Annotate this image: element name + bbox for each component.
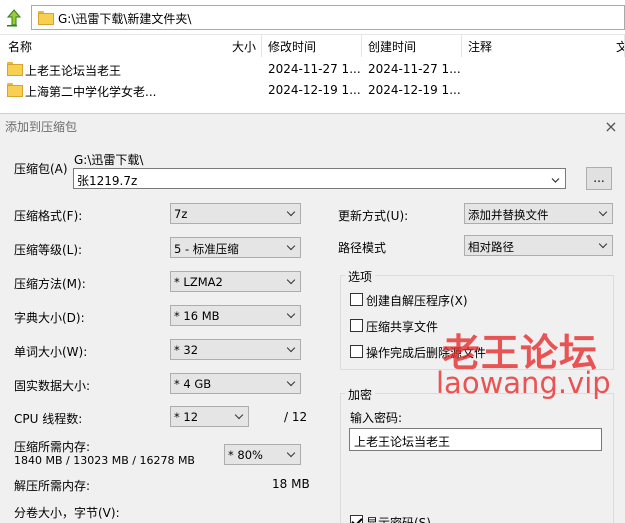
col-created[interactable]: 创建时间	[368, 38, 416, 55]
mem-comp-label: 压缩所需内存:	[14, 440, 91, 454]
method-select[interactable]: * LZMA2	[170, 271, 301, 292]
word-select[interactable]: * 32	[170, 339, 301, 360]
update-label: 更新方式(U):	[338, 209, 409, 223]
chevron-down-icon	[235, 412, 244, 421]
word-value: * 32	[174, 343, 199, 357]
chevron-down-icon	[551, 174, 560, 183]
chevron-down-icon	[287, 277, 296, 286]
show-password-label: 显示密码(S)	[366, 516, 431, 523]
delete-source-checkbox[interactable]	[350, 345, 363, 358]
cpu-select[interactable]: * 12	[170, 406, 249, 427]
chevron-down-icon	[599, 209, 608, 218]
close-icon: ×	[604, 116, 618, 136]
format-label: 压缩格式(F):	[14, 209, 83, 223]
encryption-title: 加密	[345, 386, 376, 403]
mem-decomp-label: 解压所需内存:	[14, 479, 91, 493]
chevron-down-icon	[287, 450, 296, 459]
col-size[interactable]: 大小	[232, 38, 256, 55]
close-button[interactable]: ×	[600, 115, 622, 137]
level-label: 压缩等级(L):	[14, 243, 83, 257]
word-label: 单词大小(W):	[14, 345, 88, 359]
cpu-label: CPU 线程数:	[14, 412, 83, 426]
file-modified: 2024-12-19 1...	[268, 83, 361, 97]
dict-value: * 16 MB	[174, 309, 220, 323]
level-value: 5 - 标准压缩	[174, 242, 239, 256]
solid-select[interactable]: * 4 GB	[170, 373, 301, 394]
archive-dir: G:\迅雷下载\	[74, 153, 144, 167]
method-value: * LZMA2	[174, 275, 223, 289]
update-value: 添加并替换文件	[468, 208, 549, 222]
path-mode-value: 相对路径	[468, 240, 514, 254]
path-mode-label: 路径模式	[338, 241, 387, 255]
password-value: 上老王论坛当老王	[354, 435, 451, 449]
show-password-checkbox[interactable]	[350, 515, 363, 523]
format-select[interactable]: 7z	[170, 203, 301, 224]
password-label: 输入密码:	[350, 411, 403, 425]
dialog-title: 添加到压缩包	[5, 120, 78, 134]
format-value: 7z	[174, 207, 188, 221]
solid-label: 固实数据大小:	[14, 379, 91, 393]
file-row[interactable]: 上老王论坛当老王 2024-11-27 1... 2024-11-27 1...	[0, 58, 625, 80]
up-folder-button[interactable]	[4, 7, 24, 29]
archive-name-combo[interactable]: 张1219.7z	[73, 168, 566, 189]
file-modified: 2024-11-27 1...	[268, 62, 361, 76]
add-to-archive-dialog: 添加到压缩包 × 压缩包(A) G:\迅雷下载\ 张1219.7z ... 压缩…	[0, 113, 625, 523]
shared-files-checkbox[interactable]	[350, 319, 363, 332]
up-arrow-icon	[6, 9, 22, 27]
folder-icon	[38, 11, 54, 25]
archive-label: 压缩包(A)	[14, 162, 68, 176]
mem-usage-value: * 80%	[228, 448, 263, 462]
folder-icon	[7, 62, 23, 76]
update-select[interactable]: 添加并替换文件	[464, 203, 613, 224]
file-list-header: 名称 大小 修改时间 创建时间 注释 文	[0, 35, 625, 57]
file-name: 上老王论坛当老王	[25, 64, 122, 78]
cpu-value: * 12	[174, 410, 199, 424]
chevron-down-icon	[287, 345, 296, 354]
dict-select[interactable]: * 16 MB	[170, 305, 301, 326]
chevron-down-icon	[287, 209, 296, 218]
mem-decomp-value: 18 MB	[272, 477, 310, 491]
sfx-label: 创建自解压程序(X)	[366, 294, 468, 308]
file-created: 2024-11-27 1...	[368, 62, 461, 76]
col-comment[interactable]: 注释	[468, 38, 492, 55]
mem-usage-select[interactable]: * 80%	[224, 444, 301, 465]
col-name[interactable]: 名称	[8, 38, 32, 55]
mem-comp-detail: 1840 MB / 13023 MB / 16278 MB	[14, 454, 195, 467]
file-row[interactable]: 上海第二中学化学女老... 2024-12-19 1... 2024-12-19…	[0, 79, 625, 101]
file-created: 2024-12-19 1...	[368, 83, 461, 97]
method-label: 压缩方法(M):	[14, 277, 86, 291]
browse-button[interactable]: ...	[586, 167, 612, 190]
chevron-down-icon	[287, 379, 296, 388]
level-select[interactable]: 5 - 标准压缩	[170, 237, 301, 258]
archive-name-value: 张1219.7z	[77, 174, 138, 188]
address-field[interactable]: G:\迅雷下载\新建文件夹\	[31, 5, 625, 30]
password-input[interactable]: 上老王论坛当老王	[349, 428, 602, 451]
chevron-down-icon	[287, 311, 296, 320]
address-text: G:\迅雷下载\新建文件夹\	[58, 12, 192, 26]
options-title: 选项	[345, 268, 376, 285]
chevron-down-icon	[287, 243, 296, 252]
shared-files-label: 压缩共享文件	[366, 320, 439, 334]
path-mode-select[interactable]: 相对路径	[464, 235, 613, 256]
file-name: 上海第二中学化学女老...	[25, 85, 157, 99]
dict-label: 字典大小(D):	[14, 311, 85, 325]
solid-value: * 4 GB	[174, 377, 212, 391]
sfx-checkbox[interactable]	[350, 293, 363, 306]
cpu-total: / 12	[284, 410, 308, 424]
watermark-url: laowang.vip	[436, 366, 611, 400]
address-bar-area: G:\迅雷下载\新建文件夹\	[0, 0, 625, 35]
col-modified[interactable]: 修改时间	[268, 38, 316, 55]
split-label: 分卷大小，字节(V):	[14, 506, 120, 520]
folder-icon	[7, 83, 23, 97]
chevron-down-icon	[599, 241, 608, 250]
